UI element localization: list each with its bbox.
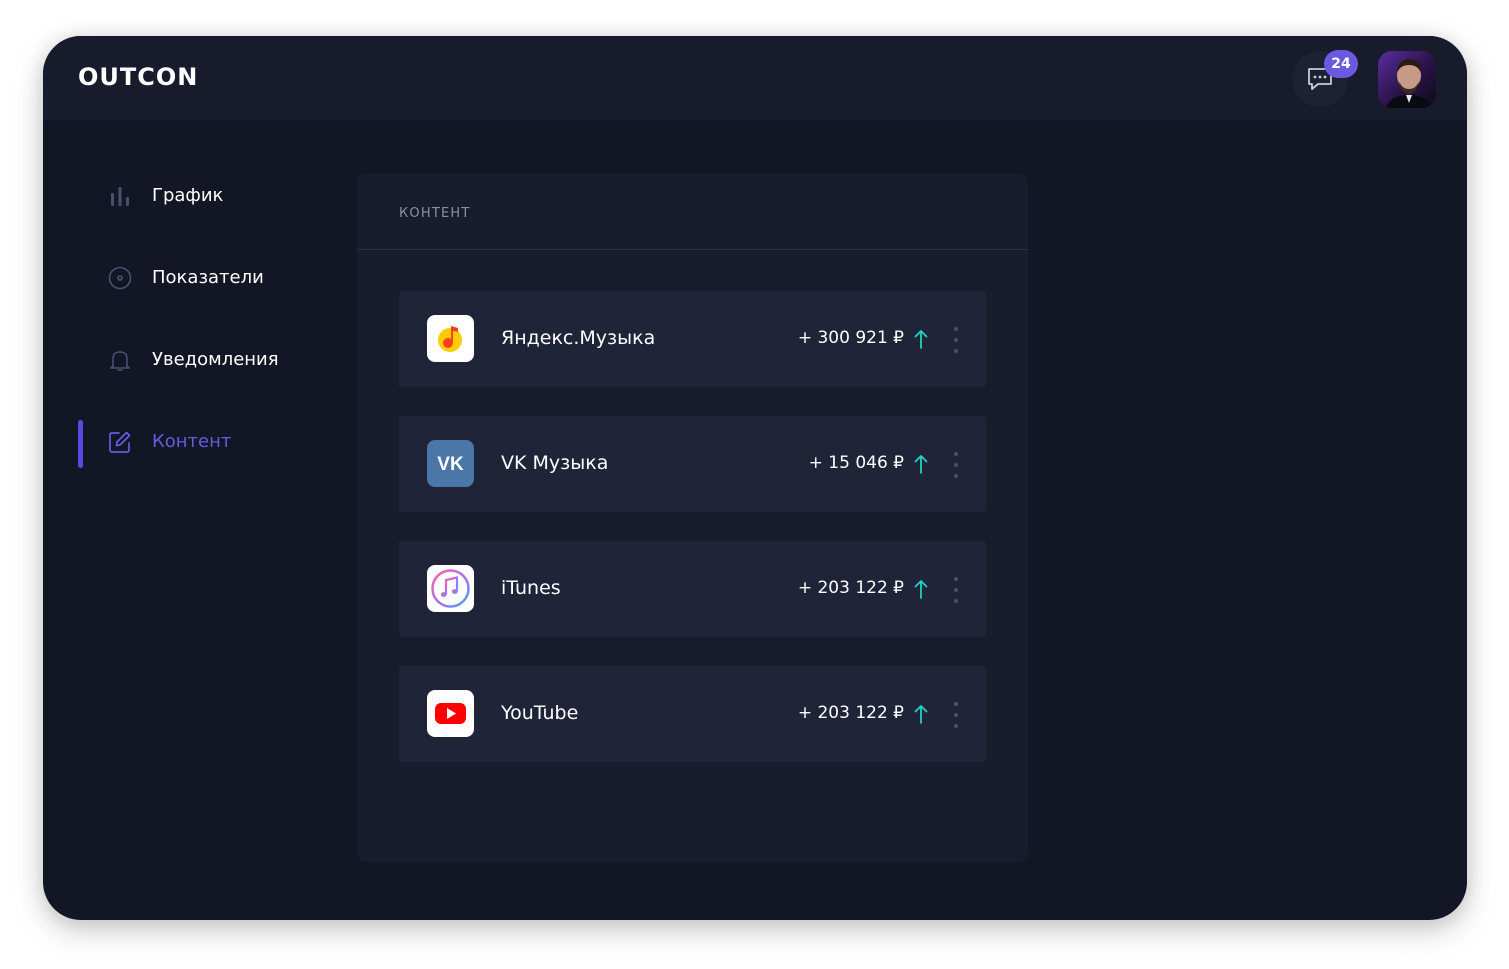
content-panel: КОНТЕНТ Яндекс.Музыка + 300 921 ₽ VK VK … [357,173,1028,862]
edit-icon [109,431,131,453]
content-row[interactable]: iTunes + 203 122 ₽ [399,541,986,637]
logo[interactable]: OUTCON [78,63,198,91]
sidebar-item-kontent[interactable]: Контент [108,422,348,462]
more-vertical-icon[interactable] [949,450,963,480]
app-window: OUTCON 24 График Показатели Уведомления … [43,36,1467,920]
active-indicator [78,420,83,468]
app-name: iTunes [501,577,561,599]
sidebar-item-label: Уведомления [152,349,279,370]
amount: + 203 122 ₽ [797,703,904,723]
arrow-up-icon [914,580,928,599]
sidebar-item-uvedomleniya[interactable]: Уведомления [108,340,348,380]
more-vertical-icon[interactable] [949,325,963,355]
more-vertical-icon[interactable] [949,575,963,605]
panel-title: КОНТЕНТ [399,206,471,221]
youtube-icon [427,690,474,737]
bar-chart-icon [111,187,129,206]
content-row[interactable]: Яндекс.Музыка + 300 921 ₽ [399,291,986,387]
arrow-up-icon [914,455,928,474]
sidebar-item-label: График [152,185,224,206]
arrow-up-icon [914,705,928,724]
bell-icon [110,351,130,371]
content-row[interactable]: VK VK Музыка + 15 046 ₽ [399,416,986,512]
yandex-music-icon [427,315,474,362]
sidebar-item-label: Контент [152,431,232,452]
amount: + 300 921 ₽ [797,328,904,348]
top-bar: OUTCON 24 [43,36,1467,120]
disc-icon [108,266,132,290]
amount: + 15 046 ₽ [808,453,904,473]
app-name: YouTube [501,702,579,724]
app-name: Яндекс.Музыка [501,327,656,349]
sidebar-item-pokazateli[interactable]: Показатели [108,258,348,298]
arrow-up-icon [914,330,928,349]
content-row[interactable]: YouTube + 203 122 ₽ [399,666,986,762]
amount: + 203 122 ₽ [797,578,904,598]
app-name: VK Музыка [501,452,609,474]
more-vertical-icon[interactable] [949,700,963,730]
chat-count-badge: 24 [1324,50,1358,78]
vk-icon: VK [427,440,474,487]
user-avatar[interactable] [1378,51,1436,108]
sidebar-item-grafik[interactable]: График [108,176,348,216]
svg-text:VK: VK [437,454,464,475]
itunes-icon [427,565,474,612]
divider [357,249,1028,250]
sidebar-item-label: Показатели [152,267,264,288]
